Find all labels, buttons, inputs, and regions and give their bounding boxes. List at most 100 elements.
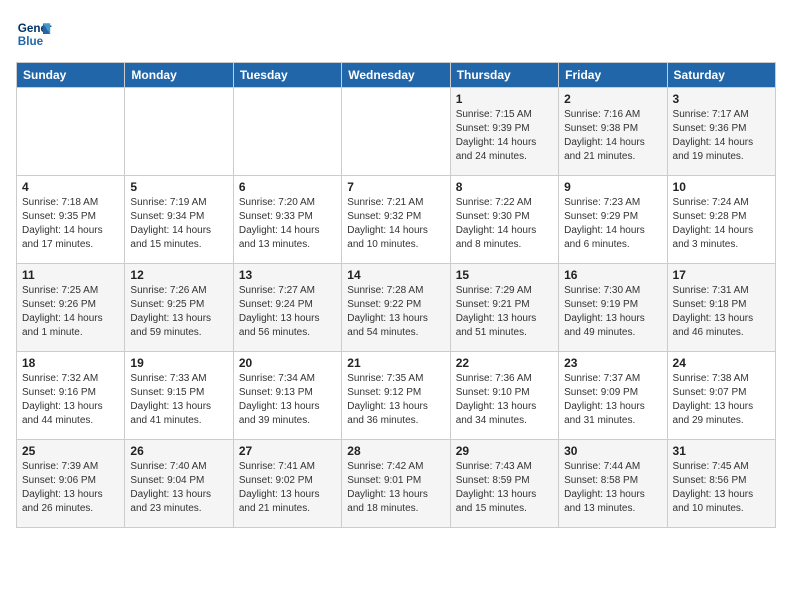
calendar-cell: 14Sunrise: 7:28 AM Sunset: 9:22 PM Dayli… — [342, 264, 450, 352]
calendar-cell: 3 Sunrise: 7:17 AM Sunset: 9:36 PM Daylig… — [667, 88, 775, 176]
cell-content: Sunrise: 7:17 AM Sunset: 9:36 PM Dayligh… — [673, 108, 770, 164]
calendar-cell: 27 Sunrise: 7:41 AM Sunset: 9:02 PM Dayli… — [233, 440, 341, 528]
calendar-cell: 2 Sunrise: 7:16 AM Sunset: 9:38 PM Daylig… — [559, 88, 667, 176]
cell-content: Sunrise: 7:29 AM Sunset: 9:21 PM Dayligh… — [456, 284, 553, 340]
calendar-cell: 13 Sunrise: 7:27 AM Sunset: 9:24 PM Dayli… — [233, 264, 341, 352]
calendar-cell: 28 Sunrise: 7:42 AM Sunset: 9:01 PM Dayli… — [342, 440, 450, 528]
cell-content: Sunrise: 7:31 AM Sunset: 9:18 PM Dayligh… — [673, 284, 770, 340]
calendar-week-row: 4 Sunrise: 7:18 AM Sunset: 9:35 PM Daylig… — [17, 176, 776, 264]
cell-content: Sunrise: 7:35 AM Sunset: 9:12 PM Dayligh… — [347, 372, 444, 428]
logo-icon: General Blue — [16, 16, 52, 52]
day-number: 6 — [239, 180, 336, 194]
cell-content: Sunrise: 7:23 AM Sunset: 9:29 PM Dayligh… — [564, 196, 661, 252]
day-number: 2 — [564, 92, 661, 106]
day-number: 9 — [564, 180, 661, 194]
day-number: 29 — [456, 444, 553, 458]
calendar-cell: 6 Sunrise: 7:20 AM Sunset: 9:33 PM Daylig… — [233, 176, 341, 264]
calendar-cell: 18 Sunrise: 7:32 AM Sunset: 9:16 PM Dayli… — [17, 352, 125, 440]
day-number: 13 — [239, 268, 336, 282]
cell-content: Sunrise: 7:39 AM Sunset: 9:06 PM Dayligh… — [22, 460, 119, 516]
day-number: 3 — [673, 92, 770, 106]
cell-content: Sunrise: 7:20 AM Sunset: 9:33 PM Dayligh… — [239, 196, 336, 252]
calendar-cell: 25 Sunrise: 7:39 AM Sunset: 9:06 PM Dayli… — [17, 440, 125, 528]
day-number: 19 — [130, 356, 227, 370]
svg-text:Blue: Blue — [18, 35, 44, 48]
page-header: General Blue — [16, 16, 776, 52]
cell-content: Sunrise: 7:43 AM Sunset: 8:59 PM Dayligh… — [456, 460, 553, 516]
day-of-week-header: Monday — [125, 63, 233, 88]
day-number: 30 — [564, 444, 661, 458]
day-number: 27 — [239, 444, 336, 458]
day-number: 24 — [673, 356, 770, 370]
day-number: 22 — [456, 356, 553, 370]
calendar-week-row: 1Sunrise: 7:15 AM Sunset: 9:39 PM Daylig… — [17, 88, 776, 176]
day-number: 25 — [22, 444, 119, 458]
calendar-cell: 5Sunrise: 7:19 AM Sunset: 9:34 PM Daylig… — [125, 176, 233, 264]
cell-content: Sunrise: 7:19 AM Sunset: 9:34 PM Dayligh… — [130, 196, 227, 252]
day-number: 11 — [22, 268, 119, 282]
day-of-week-header: Wednesday — [342, 63, 450, 88]
calendar-cell — [233, 88, 341, 176]
cell-content: Sunrise: 7:34 AM Sunset: 9:13 PM Dayligh… — [239, 372, 336, 428]
calendar-week-row: 18 Sunrise: 7:32 AM Sunset: 9:16 PM Dayli… — [17, 352, 776, 440]
day-number: 31 — [673, 444, 770, 458]
calendar-cell: 15 Sunrise: 7:29 AM Sunset: 9:21 PM Dayli… — [450, 264, 558, 352]
calendar-week-row: 11 Sunrise: 7:25 AM Sunset: 9:26 PM Dayli… — [17, 264, 776, 352]
cell-content: Sunrise: 7:25 AM Sunset: 9:26 PM Dayligh… — [22, 284, 119, 340]
cell-content: Sunrise: 7:26 AM Sunset: 9:25 PM Dayligh… — [130, 284, 227, 340]
calendar-body: 1Sunrise: 7:15 AM Sunset: 9:39 PM Daylig… — [17, 88, 776, 528]
calendar-cell: 23 Sunrise: 7:37 AM Sunset: 9:09 PM Dayli… — [559, 352, 667, 440]
cell-content: Sunrise: 7:33 AM Sunset: 9:15 PM Dayligh… — [130, 372, 227, 428]
cell-content: Sunrise: 7:44 AM Sunset: 8:58 PM Dayligh… — [564, 460, 661, 516]
calendar-cell: 20 Sunrise: 7:34 AM Sunset: 9:13 PM Dayli… — [233, 352, 341, 440]
day-number: 7 — [347, 180, 444, 194]
cell-content: Sunrise: 7:27 AM Sunset: 9:24 PM Dayligh… — [239, 284, 336, 340]
calendar-cell: 19 Sunrise: 7:33 AM Sunset: 9:15 PM Dayli… — [125, 352, 233, 440]
calendar-cell: 8Sunrise: 7:22 AM Sunset: 9:30 PM Daylig… — [450, 176, 558, 264]
cell-content: Sunrise: 7:37 AM Sunset: 9:09 PM Dayligh… — [564, 372, 661, 428]
day-number: 28 — [347, 444, 444, 458]
calendar-cell: 10Sunrise: 7:24 AM Sunset: 9:28 PM Dayli… — [667, 176, 775, 264]
cell-content: Sunrise: 7:32 AM Sunset: 9:16 PM Dayligh… — [22, 372, 119, 428]
calendar-cell: 29 Sunrise: 7:43 AM Sunset: 8:59 PM Dayli… — [450, 440, 558, 528]
calendar-cell: 16 Sunrise: 7:30 AM Sunset: 9:19 PM Dayli… — [559, 264, 667, 352]
cell-content: Sunrise: 7:15 AM Sunset: 9:39 PM Dayligh… — [456, 108, 553, 164]
cell-content: Sunrise: 7:30 AM Sunset: 9:19 PM Dayligh… — [564, 284, 661, 340]
day-number: 18 — [22, 356, 119, 370]
day-of-week-header: Saturday — [667, 63, 775, 88]
day-number: 20 — [239, 356, 336, 370]
day-of-week-header: Friday — [559, 63, 667, 88]
calendar-cell: 31Sunrise: 7:45 AM Sunset: 8:56 PM Dayli… — [667, 440, 775, 528]
calendar-cell: 9 Sunrise: 7:23 AM Sunset: 9:29 PM Daylig… — [559, 176, 667, 264]
day-number: 4 — [22, 180, 119, 194]
calendar-table: SundayMondayTuesdayWednesdayThursdayFrid… — [16, 62, 776, 528]
calendar-cell — [342, 88, 450, 176]
day-number: 12 — [130, 268, 227, 282]
calendar-cell: 26Sunrise: 7:40 AM Sunset: 9:04 PM Dayli… — [125, 440, 233, 528]
cell-content: Sunrise: 7:41 AM Sunset: 9:02 PM Dayligh… — [239, 460, 336, 516]
cell-content: Sunrise: 7:18 AM Sunset: 9:35 PM Dayligh… — [22, 196, 119, 252]
day-number: 10 — [673, 180, 770, 194]
cell-content: Sunrise: 7:28 AM Sunset: 9:22 PM Dayligh… — [347, 284, 444, 340]
cell-content: Sunrise: 7:38 AM Sunset: 9:07 PM Dayligh… — [673, 372, 770, 428]
cell-content: Sunrise: 7:16 AM Sunset: 9:38 PM Dayligh… — [564, 108, 661, 164]
calendar-cell — [125, 88, 233, 176]
logo: General Blue — [16, 16, 56, 52]
calendar-week-row: 25 Sunrise: 7:39 AM Sunset: 9:06 PM Dayli… — [17, 440, 776, 528]
day-of-week-header: Thursday — [450, 63, 558, 88]
calendar-header: SundayMondayTuesdayWednesdayThursdayFrid… — [17, 63, 776, 88]
calendar-cell: 4 Sunrise: 7:18 AM Sunset: 9:35 PM Daylig… — [17, 176, 125, 264]
calendar-cell: 1Sunrise: 7:15 AM Sunset: 9:39 PM Daylig… — [450, 88, 558, 176]
calendar-cell — [17, 88, 125, 176]
calendar-cell: 11 Sunrise: 7:25 AM Sunset: 9:26 PM Dayli… — [17, 264, 125, 352]
cell-content: Sunrise: 7:42 AM Sunset: 9:01 PM Dayligh… — [347, 460, 444, 516]
cell-content: Sunrise: 7:21 AM Sunset: 9:32 PM Dayligh… — [347, 196, 444, 252]
calendar-cell: 17Sunrise: 7:31 AM Sunset: 9:18 PM Dayli… — [667, 264, 775, 352]
day-number: 21 — [347, 356, 444, 370]
day-number: 15 — [456, 268, 553, 282]
day-number: 8 — [456, 180, 553, 194]
cell-content: Sunrise: 7:40 AM Sunset: 9:04 PM Dayligh… — [130, 460, 227, 516]
day-number: 23 — [564, 356, 661, 370]
day-number: 16 — [564, 268, 661, 282]
calendar-cell: 30 Sunrise: 7:44 AM Sunset: 8:58 PM Dayli… — [559, 440, 667, 528]
